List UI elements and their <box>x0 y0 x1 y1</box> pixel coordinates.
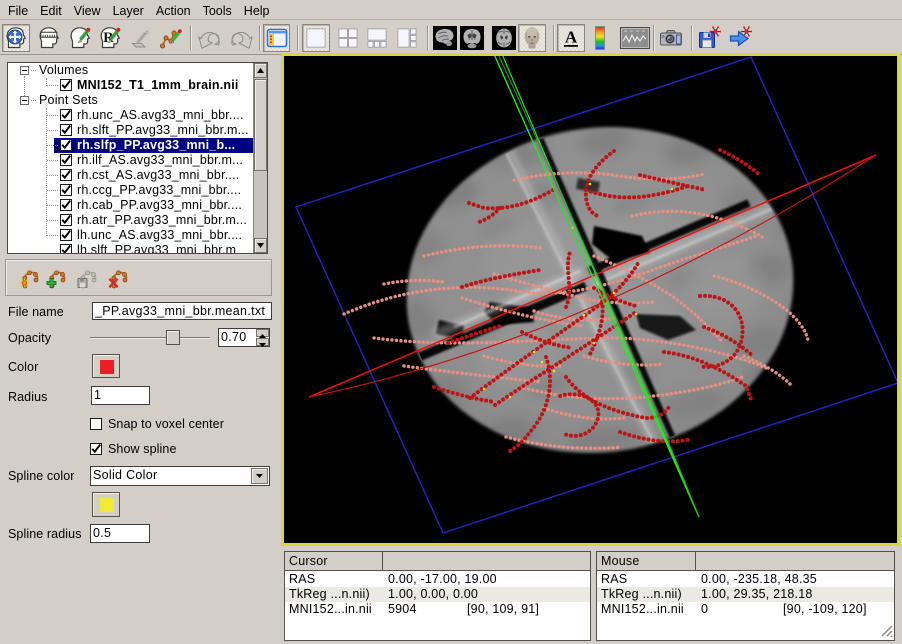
svg-text:A: A <box>565 28 578 47</box>
